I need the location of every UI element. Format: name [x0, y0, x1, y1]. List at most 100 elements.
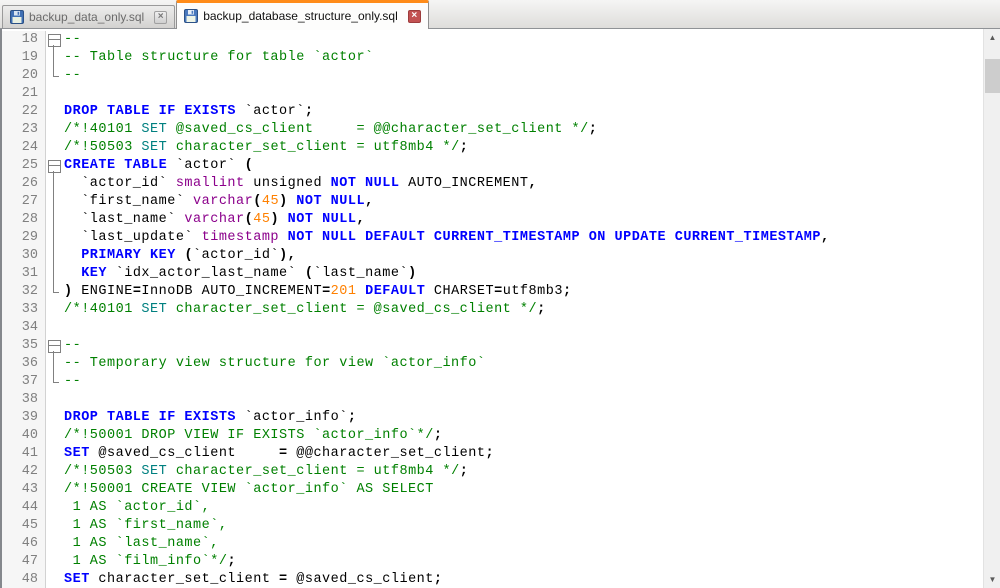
fold-margin: [46, 391, 61, 409]
code-area: 18 -- 19 -- Table structure for table `acto…: [2, 29, 1000, 588]
line-number: 35: [2, 337, 46, 355]
line-number: 21: [2, 85, 46, 103]
fold-margin: [46, 409, 61, 427]
code-token: /*!50503: [64, 464, 142, 479]
code-text: /*!40101 SET character_set_client = @sav…: [61, 301, 546, 319]
code-line: 19 -- Table structure for table `actor`: [2, 49, 1000, 67]
code-token: CREATE TABLE: [64, 158, 168, 173]
code-token: ;: [227, 554, 237, 569]
code-line: 26 `actor_id` smallint unsigned NOT NULL…: [2, 175, 1000, 193]
line-number: 22: [2, 103, 46, 121]
close-icon[interactable]: ×: [407, 9, 421, 23]
code-text: PRIMARY KEY (`actor_id`),: [61, 247, 296, 265]
tab-backup-data-only[interactable]: backup_data_only.sql ×: [2, 5, 176, 28]
fold-margin: [46, 103, 61, 121]
code-token: InnoDB AUTO_INCREMENT: [141, 284, 323, 299]
fold-collapse-button[interactable]: [46, 157, 61, 175]
line-number: 24: [2, 139, 46, 157]
code-token: `actor`: [236, 104, 305, 119]
code-line: 29 `last_update` timestamp NOT NULL DEFA…: [2, 229, 1000, 247]
code-token: -- Table structure for table `actor`: [64, 50, 374, 65]
code-token: (: [244, 212, 254, 227]
fold-guide-line: [46, 373, 61, 391]
code-text: DROP TABLE IF EXISTS `actor`;: [61, 103, 313, 121]
code-token: ;: [459, 140, 469, 155]
code-text: --: [61, 373, 81, 391]
fold-guide-line: [46, 265, 61, 283]
line-number: 23: [2, 121, 46, 139]
code-text: `last_update` timestamp NOT NULL DEFAULT…: [61, 229, 830, 247]
code-text: `actor_id` smallint unsigned NOT NULL AU…: [61, 175, 537, 193]
fold-guide-line: [46, 355, 61, 373]
line-number: 32: [2, 283, 46, 301]
code-text: `last_name` varchar(45) NOT NULL,: [61, 211, 365, 229]
code-token: `last_name`: [313, 266, 409, 281]
code-token: ;: [562, 284, 572, 299]
tab-backup-database-structure-only[interactable]: backup_database_structure_only.sql ×: [176, 0, 429, 29]
fold-guide-line: [46, 211, 61, 229]
code-token: DROP TABLE IF EXISTS: [64, 410, 237, 425]
code-token: @@character_set_client: [287, 446, 486, 461]
code-token: `idx_actor_last_name`: [107, 266, 305, 281]
scroll-thumb[interactable]: [985, 59, 1000, 93]
code-text: /*!50503 SET character_set_client = utf8…: [61, 463, 468, 481]
code-token: 45: [253, 212, 271, 227]
scroll-down-button[interactable]: ▼: [984, 571, 1000, 588]
line-number: 28: [2, 211, 46, 229]
scroll-up-button[interactable]: ▲: [984, 29, 1000, 46]
code-token: =: [279, 572, 288, 587]
line-number: 33: [2, 301, 46, 319]
line-number: 41: [2, 445, 46, 463]
code-line: 24 /*!50503 SET character_set_client = ut…: [2, 139, 1000, 157]
code-token: smallint: [175, 176, 245, 191]
code-text: 1 AS `actor_id`,: [61, 499, 210, 517]
code-token: `actor_info`: [236, 410, 348, 425]
code-token: character_set_client = utf8mb4 */: [167, 464, 460, 479]
code-editor[interactable]: 18 -- 19 -- Table structure for table `acto…: [0, 29, 1000, 588]
code-token: DROP TABLE IF EXISTS: [64, 104, 237, 119]
code-token: @saved_cs_client = @@character_set_clien…: [167, 122, 589, 137]
line-number: 44: [2, 499, 46, 517]
code-text: SET @saved_cs_client = @@character_set_c…: [61, 445, 494, 463]
line-number: 48: [2, 571, 46, 588]
code-token: `actor_id`: [193, 248, 280, 263]
code-text: ) ENGINE=InnoDB AUTO_INCREMENT=201 DEFAU…: [61, 283, 572, 301]
fold-collapse-button[interactable]: [46, 337, 61, 355]
fold-margin: [46, 553, 61, 571]
line-number: 36: [2, 355, 46, 373]
code-line: 20 --: [2, 67, 1000, 85]
code-token: /*!50001 CREATE VIEW `actor_info` AS SEL…: [64, 482, 434, 497]
code-line: 28 `last_name` varchar(45) NOT NULL,: [2, 211, 1000, 229]
fold-guide-line: [46, 67, 61, 85]
save-icon: [184, 9, 199, 23]
code-token: `actor_id`: [64, 176, 176, 191]
code-token: SET: [141, 122, 168, 137]
line-number: 34: [2, 319, 46, 337]
code-line: 41 SET @saved_cs_client = @@character_set…: [2, 445, 1000, 463]
close-icon[interactable]: ×: [154, 10, 168, 24]
code-text: -- Temporary view structure for view `ac…: [61, 355, 485, 373]
code-line: 32) ENGINE=InnoDB AUTO_INCREMENT=201 DEF…: [2, 283, 1000, 301]
code-token: SET: [141, 302, 168, 317]
code-token: character_set_client = utf8mb4 */: [167, 140, 460, 155]
code-line: 27 `first_name` varchar(45) NOT NULL,: [2, 193, 1000, 211]
fold-collapse-button[interactable]: [46, 31, 61, 49]
code-token: /*!40101: [64, 302, 142, 317]
code-token: =: [494, 284, 503, 299]
code-token: `last_update`: [64, 230, 202, 245]
code-token: ;: [588, 122, 598, 137]
code-line: 48 SET character_set_client = @saved_cs_c…: [2, 571, 1000, 588]
tab-bar: backup_data_only.sql × backup_database_s…: [0, 0, 1000, 29]
code-token: NOT NULL DEFAULT CURRENT_TIMESTAMP ON UP…: [287, 230, 821, 245]
code-text: /*!50001 DROP VIEW IF EXISTS `actor_info…: [61, 427, 442, 445]
code-line: 47 1 AS `film_info`*/;: [2, 553, 1000, 571]
code-token: SET: [141, 464, 168, 479]
code-token: (: [184, 248, 194, 263]
code-token: ,: [820, 230, 830, 245]
code-text: -- Table structure for table `actor`: [61, 49, 374, 67]
code-line: 33 /*!40101 SET character_set_client = @s…: [2, 301, 1000, 319]
code-token: 201: [330, 284, 357, 299]
vertical-scrollbar[interactable]: ▲ ▼: [983, 29, 1000, 588]
